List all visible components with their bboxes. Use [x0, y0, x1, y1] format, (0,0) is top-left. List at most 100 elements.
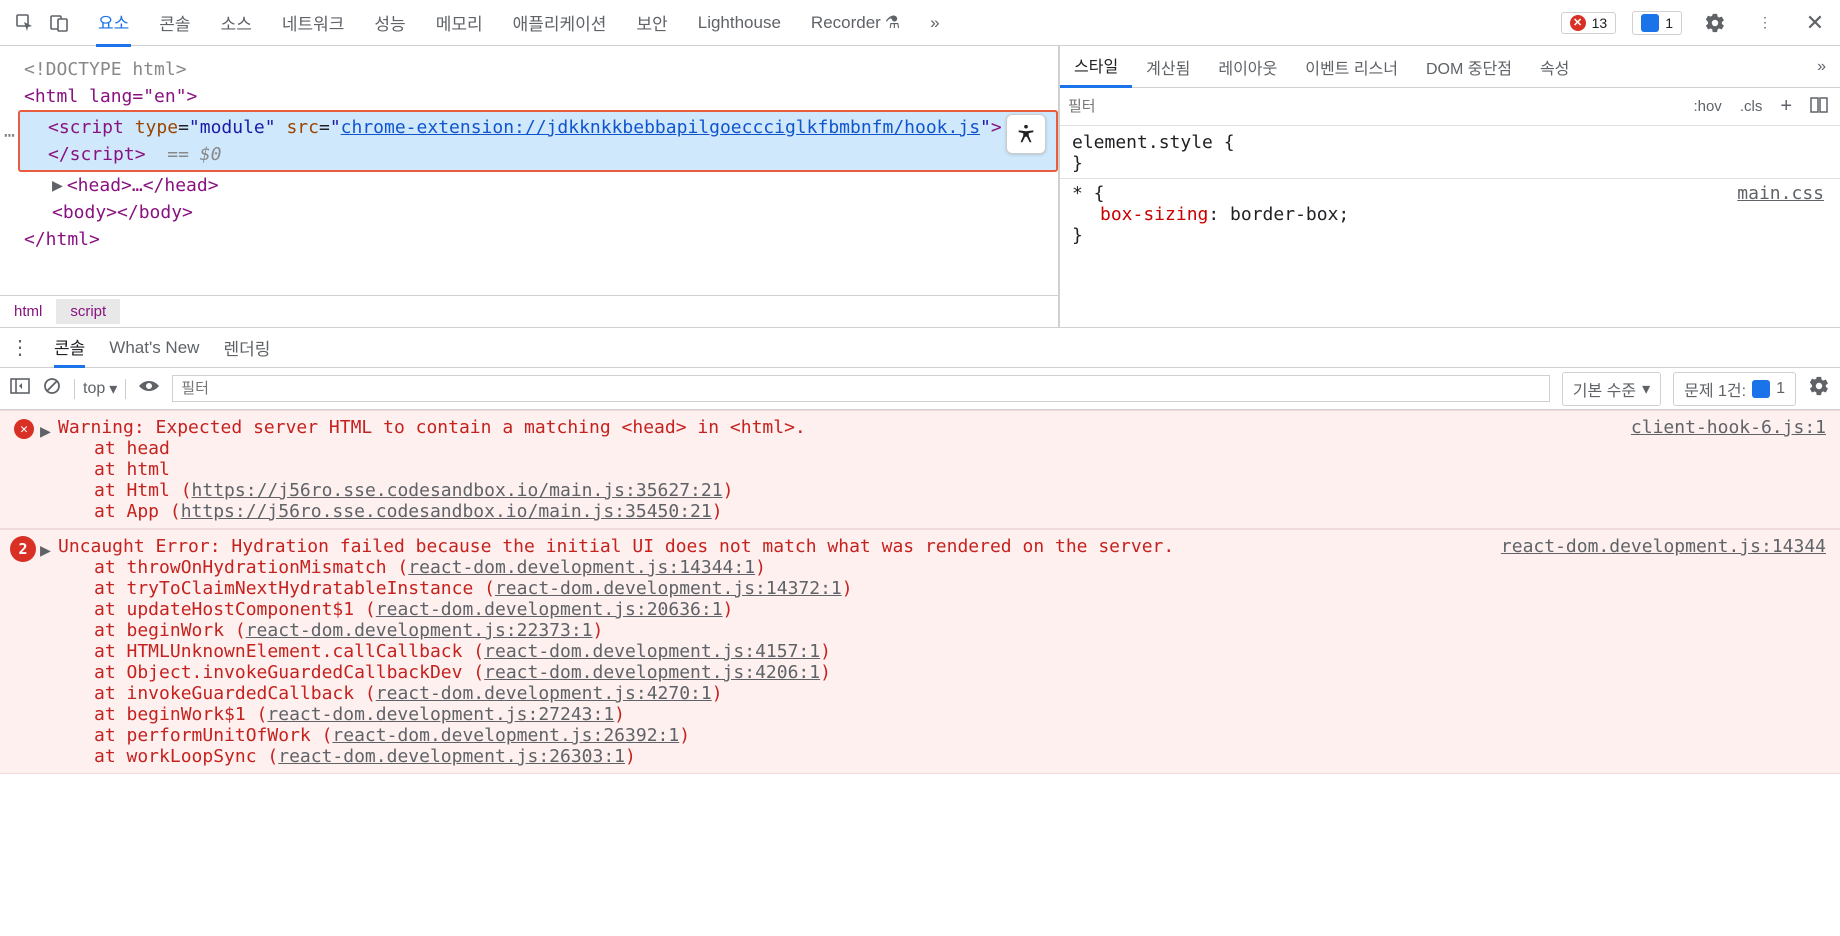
log-level-selector[interactable]: 기본 수준 ▾ [1562, 372, 1661, 406]
dom-html-open[interactable]: <html lang="en"> [24, 83, 1058, 110]
stack-link[interactable]: react-dom.development.js:22373:1 [246, 620, 593, 641]
expand-arrow-icon[interactable]: ▶ [40, 421, 51, 442]
inspect-icon[interactable] [8, 6, 42, 40]
drawer-kebab-icon[interactable]: ⋮ [10, 335, 30, 360]
issues-counter[interactable]: 1 [1632, 11, 1682, 35]
crumb-script[interactable]: script [56, 299, 120, 324]
stack-link[interactable]: react-dom.development.js:4270:1 [376, 683, 712, 704]
stack-link[interactable]: react-dom.development.js:26303:1 [278, 746, 625, 767]
tab-console[interactable]: 콘솔 [157, 0, 192, 45]
styles-rules[interactable]: element.style { } main.css * { box-sizin… [1060, 126, 1840, 252]
error-counter[interactable]: ✕ 13 [1561, 12, 1617, 34]
console-settings-icon[interactable] [1808, 375, 1830, 402]
stack-link[interactable]: react-dom.development.js:27243:1 [267, 704, 614, 725]
styles-filter-input[interactable] [1068, 98, 1679, 115]
styles-tabs-overflow[interactable]: » [1803, 50, 1840, 84]
stab-styles[interactable]: 스타일 [1060, 45, 1132, 88]
dom-breadcrumbs: html script [0, 295, 1058, 327]
tab-memory[interactable]: 메모리 [434, 0, 485, 45]
stack-link[interactable]: react-dom.development.js:14372:1 [495, 578, 842, 599]
stab-properties[interactable]: 속성 [1526, 47, 1583, 87]
clear-console-icon[interactable] [42, 376, 62, 401]
stack-link[interactable]: react-dom.development.js:26392:1 [332, 725, 679, 746]
stack-frame: at throwOnHydrationMismatch (react-dom.d… [94, 557, 1826, 578]
topbar-right: ✕ 13 1 ⋮ ✕ [1561, 6, 1832, 40]
drawer-tab-whatsnew[interactable]: What's New [109, 332, 199, 364]
cls-button[interactable]: .cls [1736, 96, 1767, 117]
tabs-overflow[interactable]: » [928, 3, 941, 43]
stab-layout[interactable]: 레이아웃 [1204, 47, 1291, 87]
drawer-tabs: ⋮ 콘솔 What's New 렌더링 [0, 328, 1840, 368]
console-filter-input[interactable] [172, 375, 1550, 402]
stack-frame: at HTMLUnknownElement.callCallback (reac… [94, 641, 1826, 662]
drawer-tab-rendering[interactable]: 렌더링 [223, 329, 270, 366]
error-dot-icon: ✕ [1570, 15, 1586, 31]
tab-security[interactable]: 보안 [634, 0, 669, 45]
dom-doctype[interactable]: <!DOCTYPE html> [24, 56, 1058, 83]
stack-trace-2: at throwOnHydrationMismatch (react-dom.d… [94, 557, 1826, 767]
gutter-dots: ⋯ [4, 122, 15, 149]
console-error-2[interactable]: 2 ▶ react-dom.development.js:14344 Uncau… [0, 529, 1840, 774]
stab-computed[interactable]: 계산됨 [1132, 47, 1204, 87]
stack-link[interactable]: react-dom.development.js:20636:1 [376, 599, 723, 620]
dom-selected-script[interactable]: <script type="module" src="chrome-extens… [18, 110, 1058, 172]
tab-recorder[interactable]: Recorder⚗ [809, 3, 902, 43]
stack-frame: at performUnitOfWork (react-dom.developm… [94, 725, 1826, 746]
console-output: ✕ ▶ client-hook-6.js:1 Warning: Expected… [0, 410, 1840, 774]
elements-panel: ⋯ <!DOCTYPE html> <html lang="en"> <scri… [0, 46, 1058, 327]
expand-arrow-icon[interactable]: ▶ [40, 540, 51, 561]
stack-frame: at workLoopSync (react-dom.development.j… [94, 746, 1826, 767]
tab-elements[interactable]: 요소 [96, 0, 131, 47]
dom-tree[interactable]: ⋯ <!DOCTYPE html> <html lang="en"> <scri… [0, 46, 1058, 263]
stab-breakpoints[interactable]: DOM 중단점 [1412, 47, 1526, 87]
rule-element-style[interactable]: element.style { } [1072, 132, 1828, 174]
script-src-link[interactable]: chrome-extension://jdkknkkbebbapilgoeccc… [341, 117, 980, 138]
error-count-badge: 2 [10, 536, 36, 562]
flask-icon: ⚗ [885, 13, 900, 32]
styles-tabs: 스타일 계산됨 레이아웃 이벤트 리스너 DOM 중단점 속성 » [1060, 46, 1840, 88]
error-icon: ✕ [14, 419, 34, 439]
chevron-down-icon: ▾ [1642, 379, 1650, 399]
issues-button[interactable]: 문제 1건: 1 [1673, 372, 1796, 406]
stack-frame: at tryToClaimNextHydratableInstance (rea… [94, 578, 1826, 599]
stab-listeners[interactable]: 이벤트 리스너 [1291, 47, 1412, 87]
live-expression-icon[interactable] [138, 378, 160, 399]
error-message: Warning: Expected server HTML to contain… [58, 417, 1826, 438]
error-count: 13 [1592, 15, 1608, 31]
tab-performance[interactable]: 성능 [372, 0, 407, 45]
stack-link[interactable]: react-dom.development.js:14344:1 [408, 557, 755, 578]
new-style-button[interactable]: + [1776, 93, 1796, 120]
main-tabs: 요소 콘솔 소스 네트워크 성능 메모리 애플리케이션 보안 Lighthous… [96, 0, 1561, 47]
expand-arrow-icon[interactable]: ▶ [52, 175, 63, 196]
rule-source-link[interactable]: main.css [1737, 183, 1824, 204]
device-toggle-icon[interactable] [42, 6, 76, 40]
drawer-tab-console[interactable]: 콘솔 [54, 328, 85, 368]
styles-panel: 스타일 계산됨 레이아웃 이벤트 리스너 DOM 중단점 속성 » :hov .… [1058, 46, 1840, 327]
stack-link[interactable]: https://j56ro.sse.codesandbox.io/main.js… [192, 480, 723, 501]
context-selector[interactable]: top ▾ [74, 379, 126, 399]
source-link[interactable]: client-hook-6.js:1 [1631, 417, 1826, 438]
stack-link[interactable]: react-dom.development.js:4157:1 [484, 641, 820, 662]
dom-head[interactable]: ▶<head>…</head> [24, 172, 1058, 199]
dom-body[interactable]: <body></body> [24, 199, 1058, 226]
rule-universal[interactable]: main.css * { box-sizing: border-box; } [1072, 183, 1828, 246]
tab-application[interactable]: 애플리케이션 [511, 0, 609, 45]
tab-sources[interactable]: 소스 [219, 0, 254, 45]
gear-icon[interactable] [1698, 6, 1732, 40]
console-sidebar-toggle-icon[interactable] [10, 378, 30, 399]
console-error-1[interactable]: ✕ ▶ client-hook-6.js:1 Warning: Expected… [0, 410, 1840, 529]
tab-network[interactable]: 네트워크 [280, 0, 347, 45]
stack-frame: at beginWork (react-dom.development.js:2… [94, 620, 1826, 641]
close-devtools-icon[interactable]: ✕ [1798, 6, 1832, 40]
tab-lighthouse[interactable]: Lighthouse [696, 3, 783, 43]
dom-html-close[interactable]: </html> [24, 226, 1058, 253]
stack-link[interactable]: https://j56ro.sse.codesandbox.io/main.js… [181, 501, 712, 522]
accessibility-icon[interactable] [1006, 114, 1046, 154]
stack-link[interactable]: react-dom.development.js:4206:1 [484, 662, 820, 683]
crumb-html[interactable]: html [0, 299, 56, 324]
kebab-icon[interactable]: ⋮ [1748, 6, 1782, 40]
source-link[interactable]: react-dom.development.js:14344 [1501, 536, 1826, 557]
stack-frame: at App (https://j56ro.sse.codesandbox.io… [94, 501, 1826, 522]
hov-button[interactable]: :hov [1689, 96, 1725, 117]
computed-toggle-icon[interactable] [1806, 94, 1832, 120]
